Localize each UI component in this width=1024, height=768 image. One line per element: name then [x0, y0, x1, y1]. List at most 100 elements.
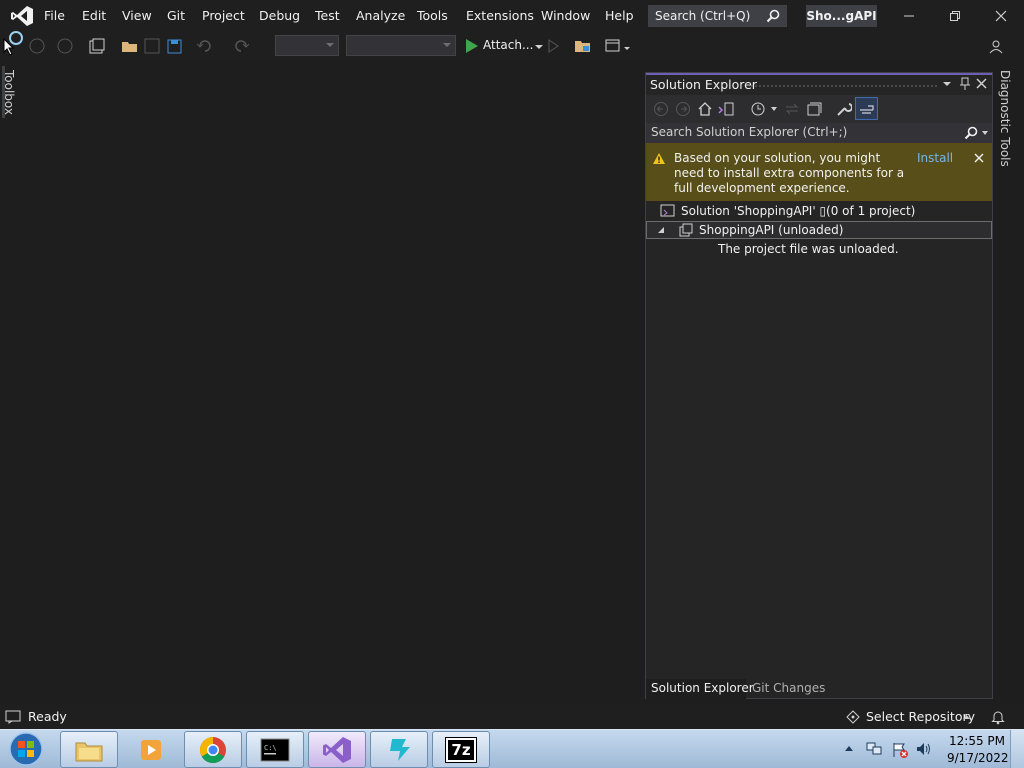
taskbar-chrome-button[interactable] — [184, 731, 242, 768]
tree-project-label: ShoppingAPI (unloaded) — [699, 223, 844, 237]
chevron-down-icon — [326, 43, 334, 47]
undo-icon[interactable] — [196, 37, 214, 55]
project-unloaded-message: The project file was unloaded. — [718, 242, 899, 256]
sync-active-document-icon[interactable] — [784, 101, 800, 117]
select-repository-button[interactable]: Select Repository — [866, 709, 975, 724]
visual-studio-logo-icon[interactable] — [10, 5, 34, 27]
open-folder-view-icon[interactable] — [574, 37, 592, 55]
start-button-icon[interactable] — [6, 731, 46, 768]
tree-project-node[interactable]: ShoppingAPI (unloaded) — [646, 221, 992, 239]
properties-wrench-icon[interactable] — [836, 101, 852, 117]
expander-triangle-icon[interactable] — [657, 226, 665, 234]
menu-window[interactable]: Window — [541, 7, 590, 25]
solution-name-badge[interactable]: Sho...gAPI — [806, 5, 877, 27]
back-arrow-icon[interactable] — [653, 101, 669, 117]
solution-explorer-search[interactable]: Search Solution Explorer (Ctrl+;) — [646, 123, 992, 143]
tab-git-changes[interactable]: Git Changes — [752, 681, 825, 695]
solution-platform-dropdown[interactable] — [346, 35, 456, 56]
save-icon[interactable] — [143, 37, 161, 55]
search-options-chevron-icon[interactable] — [981, 130, 989, 136]
start-debug-play-icon[interactable] — [463, 37, 481, 55]
chrome-icon — [199, 736, 226, 763]
visual-studio-icon — [323, 736, 351, 763]
toolbox-strip — [0, 62, 24, 702]
taskbar-7zip-button[interactable]: 7z — [432, 731, 490, 768]
taskbar-media-player-button[interactable] — [122, 731, 180, 768]
menu-help[interactable]: Help — [605, 7, 634, 25]
filter-dropdown-icon[interactable] — [770, 105, 778, 113]
panel-close-icon[interactable] — [976, 78, 987, 89]
redo-icon[interactable] — [232, 37, 250, 55]
install-link[interactable]: Install — [917, 151, 953, 165]
quick-search-box[interactable]: Search (Ctrl+Q) — [648, 5, 787, 27]
menu-extensions[interactable]: Extensions — [466, 7, 534, 25]
7zip-icon: 7z — [445, 736, 477, 763]
notification-bell-icon[interactable] — [991, 709, 1005, 725]
taskbar-app-button[interactable] — [370, 731, 428, 768]
preview-selected-items-icon[interactable] — [855, 97, 878, 120]
show-desktop-button[interactable] — [1010, 730, 1024, 768]
infobar-close-icon[interactable] — [974, 153, 984, 163]
taskbar-explorer-button[interactable] — [60, 731, 118, 768]
menu-git[interactable]: Git — [167, 7, 185, 25]
save-all-icon[interactable] — [165, 37, 183, 55]
menu-tools[interactable]: Tools — [417, 7, 448, 25]
minimize-button[interactable] — [886, 0, 932, 32]
install-components-infobar: Based on your solution, you might need t… — [646, 143, 992, 201]
switch-views-icon[interactable] — [718, 101, 734, 117]
taskbar-cmd-button[interactable]: C:\ — [246, 731, 304, 768]
diagnostic-tools-tab[interactable]: Diagnostic Tools — [998, 70, 1012, 167]
git-repository-icon[interactable] — [846, 710, 860, 724]
menu-test[interactable]: Test — [315, 7, 340, 25]
solution-explorer-title: Solution Explorer — [650, 77, 757, 92]
solution-node-icon — [660, 204, 676, 218]
panel-dropdown-icon[interactable] — [942, 79, 952, 89]
solution-explorer-search-placeholder: Search Solution Explorer (Ctrl+;) — [651, 125, 848, 139]
panel-drag-grip[interactable] — [750, 84, 938, 88]
menu-file[interactable]: File — [44, 7, 65, 25]
toolbox-label[interactable]: Toolbox — [2, 70, 16, 115]
search-icon[interactable] — [964, 126, 978, 140]
output-window-icon[interactable] — [5, 710, 21, 724]
navigate-forward-icon[interactable] — [56, 37, 74, 55]
title-bar: File Edit View Git Project Debug Test An… — [0, 0, 1024, 32]
menu-debug[interactable]: Debug — [259, 7, 300, 25]
home-icon[interactable] — [697, 101, 713, 117]
solution-configuration-dropdown[interactable] — [275, 35, 339, 56]
chevron-up-icon[interactable] — [962, 714, 971, 720]
taskbar-visual-studio-button[interactable] — [308, 731, 366, 768]
navigate-back-icon[interactable] — [28, 37, 46, 55]
toolbar-overflow-icon[interactable] — [622, 42, 640, 60]
standard-toolbar: Attach... — [0, 31, 1024, 60]
pin-icon[interactable] — [959, 77, 971, 91]
chevron-down-icon — [443, 43, 451, 47]
tab-solution-explorer[interactable]: Solution Explorer — [651, 681, 754, 695]
menu-project[interactable]: Project — [202, 7, 245, 25]
action-center-flag-icon[interactable] — [891, 741, 909, 759]
start-without-debugging-icon[interactable] — [544, 37, 562, 55]
attach-button[interactable]: Attach... — [483, 38, 533, 52]
menu-view[interactable]: View — [122, 7, 152, 25]
restore-button[interactable] — [932, 0, 978, 32]
collapse-all-icon[interactable] — [806, 101, 822, 117]
mouse-cursor-icon — [3, 38, 15, 56]
pending-changes-filter-icon[interactable] — [750, 101, 766, 117]
feedback-icon[interactable] — [988, 37, 1006, 55]
show-hidden-icons-chevron-icon[interactable] — [844, 745, 854, 752]
clock-date[interactable]: 9/17/2022 — [947, 751, 1009, 765]
close-icon — [995, 10, 1007, 22]
infobar-message: Based on your solution, you might need t… — [674, 151, 905, 195]
editor-area — [24, 62, 642, 702]
close-window-button[interactable] — [978, 0, 1024, 32]
volume-icon[interactable] — [915, 741, 933, 757]
forward-arrow-icon[interactable] — [675, 101, 691, 117]
new-project-icon[interactable] — [88, 37, 106, 55]
window-layout-icon[interactable] — [604, 37, 622, 55]
menu-edit[interactable]: Edit — [82, 7, 106, 25]
network-icon[interactable] — [866, 741, 884, 757]
media-player-icon — [141, 739, 161, 760]
clock-time[interactable]: 12:55 PM — [949, 734, 1005, 748]
open-folder-icon[interactable] — [121, 37, 139, 55]
tree-solution-node[interactable]: Solution 'ShoppingAPI' ▯(0 of 1 project) — [681, 204, 915, 218]
menu-analyze[interactable]: Analyze — [356, 7, 405, 25]
